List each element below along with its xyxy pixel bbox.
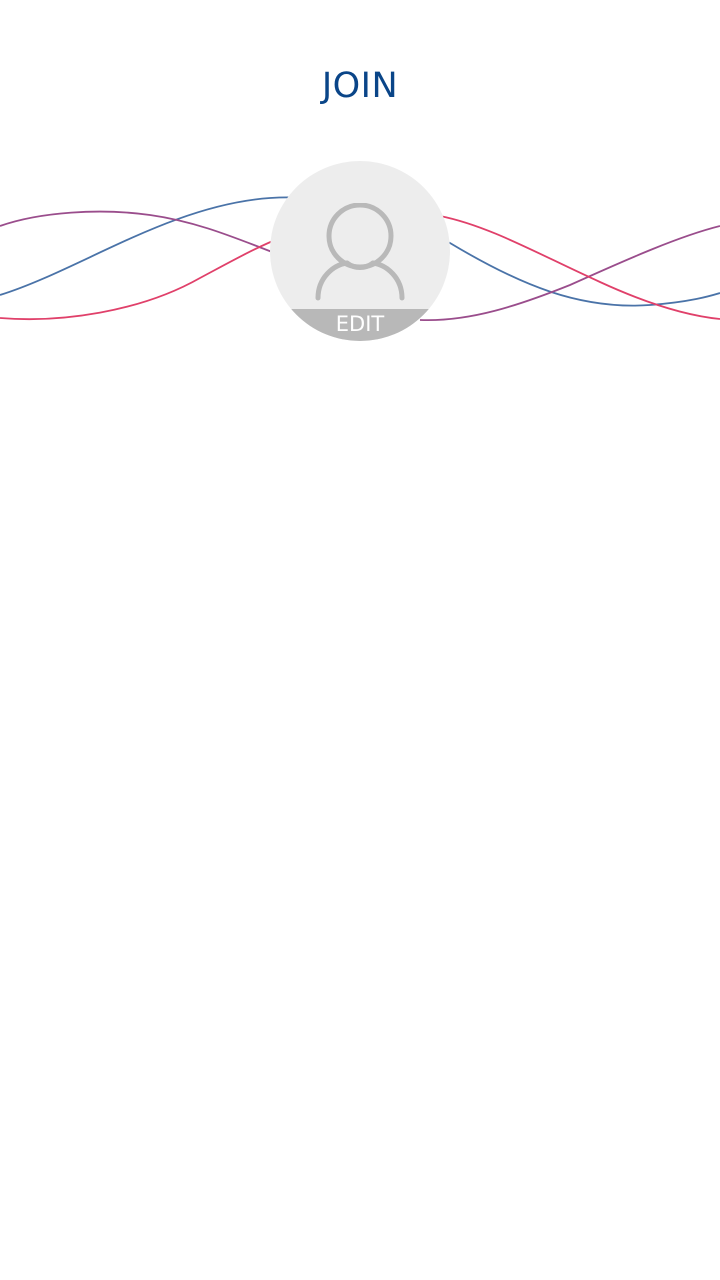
edit-photo-label[interactable]: EDIT [270,309,450,341]
user-silhouette-icon [315,203,405,301]
page-title: JOIN [321,66,399,106]
profile-photo-button[interactable]: EDIT [270,161,450,341]
join-screen: JOIN EDIT [0,0,720,1280]
